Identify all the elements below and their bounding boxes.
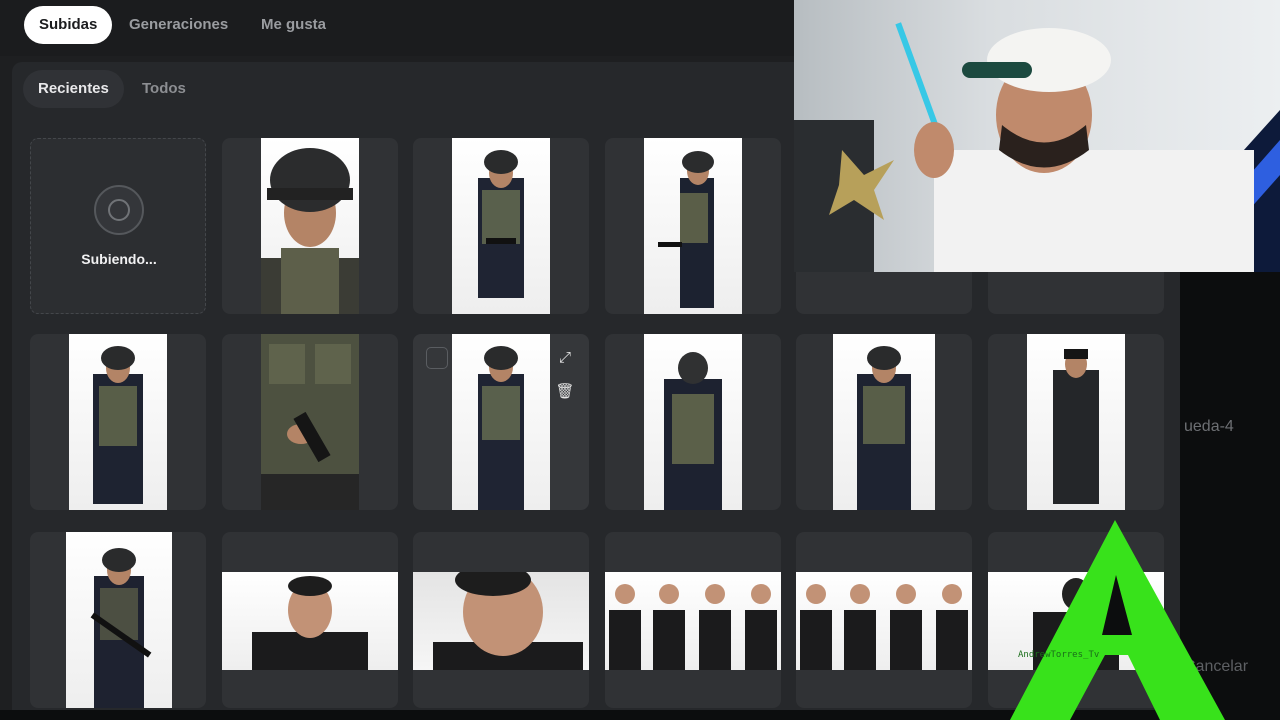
media-tile[interactable] (796, 334, 972, 510)
man-turnaround-image (605, 572, 781, 670)
media-tile[interactable] (605, 138, 781, 314)
media-tile[interactable] (988, 334, 1164, 510)
uploading-label: Subiendo... (81, 251, 157, 267)
man-cap-pistol-image (1027, 334, 1125, 510)
soldier-portrait-image (261, 138, 359, 314)
soldier-back-image (644, 334, 742, 510)
media-tile[interactable] (222, 138, 398, 314)
search-field-fragment: ueda-4 (1184, 418, 1234, 435)
soldier-rifle-image (66, 532, 172, 708)
uploading-tile: Subiendo... (30, 138, 206, 314)
media-tile[interactable] (605, 334, 781, 510)
media-tile[interactable] (605, 532, 781, 708)
media-tile[interactable] (222, 334, 398, 510)
webcam-overlay (794, 0, 1280, 272)
loading-spinner-icon (94, 185, 144, 235)
media-tile[interactable] (30, 532, 206, 708)
media-tile[interactable] (30, 334, 206, 510)
man-closeup-image (413, 572, 589, 670)
soldier-pistol-front-image (833, 334, 935, 510)
soldier-side-image (644, 138, 742, 314)
man-headshot-image (222, 572, 398, 670)
tab-me-gusta[interactable]: Me gusta (246, 6, 341, 44)
soldier-front-image (452, 138, 550, 314)
media-tile[interactable] (222, 532, 398, 708)
subtab-todos[interactable]: Todos (127, 70, 201, 108)
soldier-holding-pistol-image (69, 334, 167, 510)
tab-generaciones[interactable]: Generaciones (114, 6, 243, 44)
channel-watermark: AndrewTorres_Tv (1018, 650, 1100, 660)
trash-icon[interactable]: 🗑 (553, 380, 577, 404)
man-turnaround-image-2 (796, 572, 972, 670)
vest-closeup-image (261, 334, 359, 510)
media-tile[interactable] (413, 532, 589, 708)
media-tile[interactable] (796, 532, 972, 708)
media-tile[interactable] (413, 138, 589, 314)
expand-icon[interactable]: ⤢ (553, 346, 577, 370)
subtab-recientes[interactable]: Recientes (23, 70, 124, 108)
tab-subidas[interactable]: Subidas (24, 6, 113, 44)
select-checkbox[interactable] (426, 347, 448, 369)
channel-logo-icon (1010, 520, 1225, 720)
media-tile-hovered[interactable]: ⤢ 🗑 (413, 334, 589, 510)
soldier-aiming-image (452, 334, 550, 510)
